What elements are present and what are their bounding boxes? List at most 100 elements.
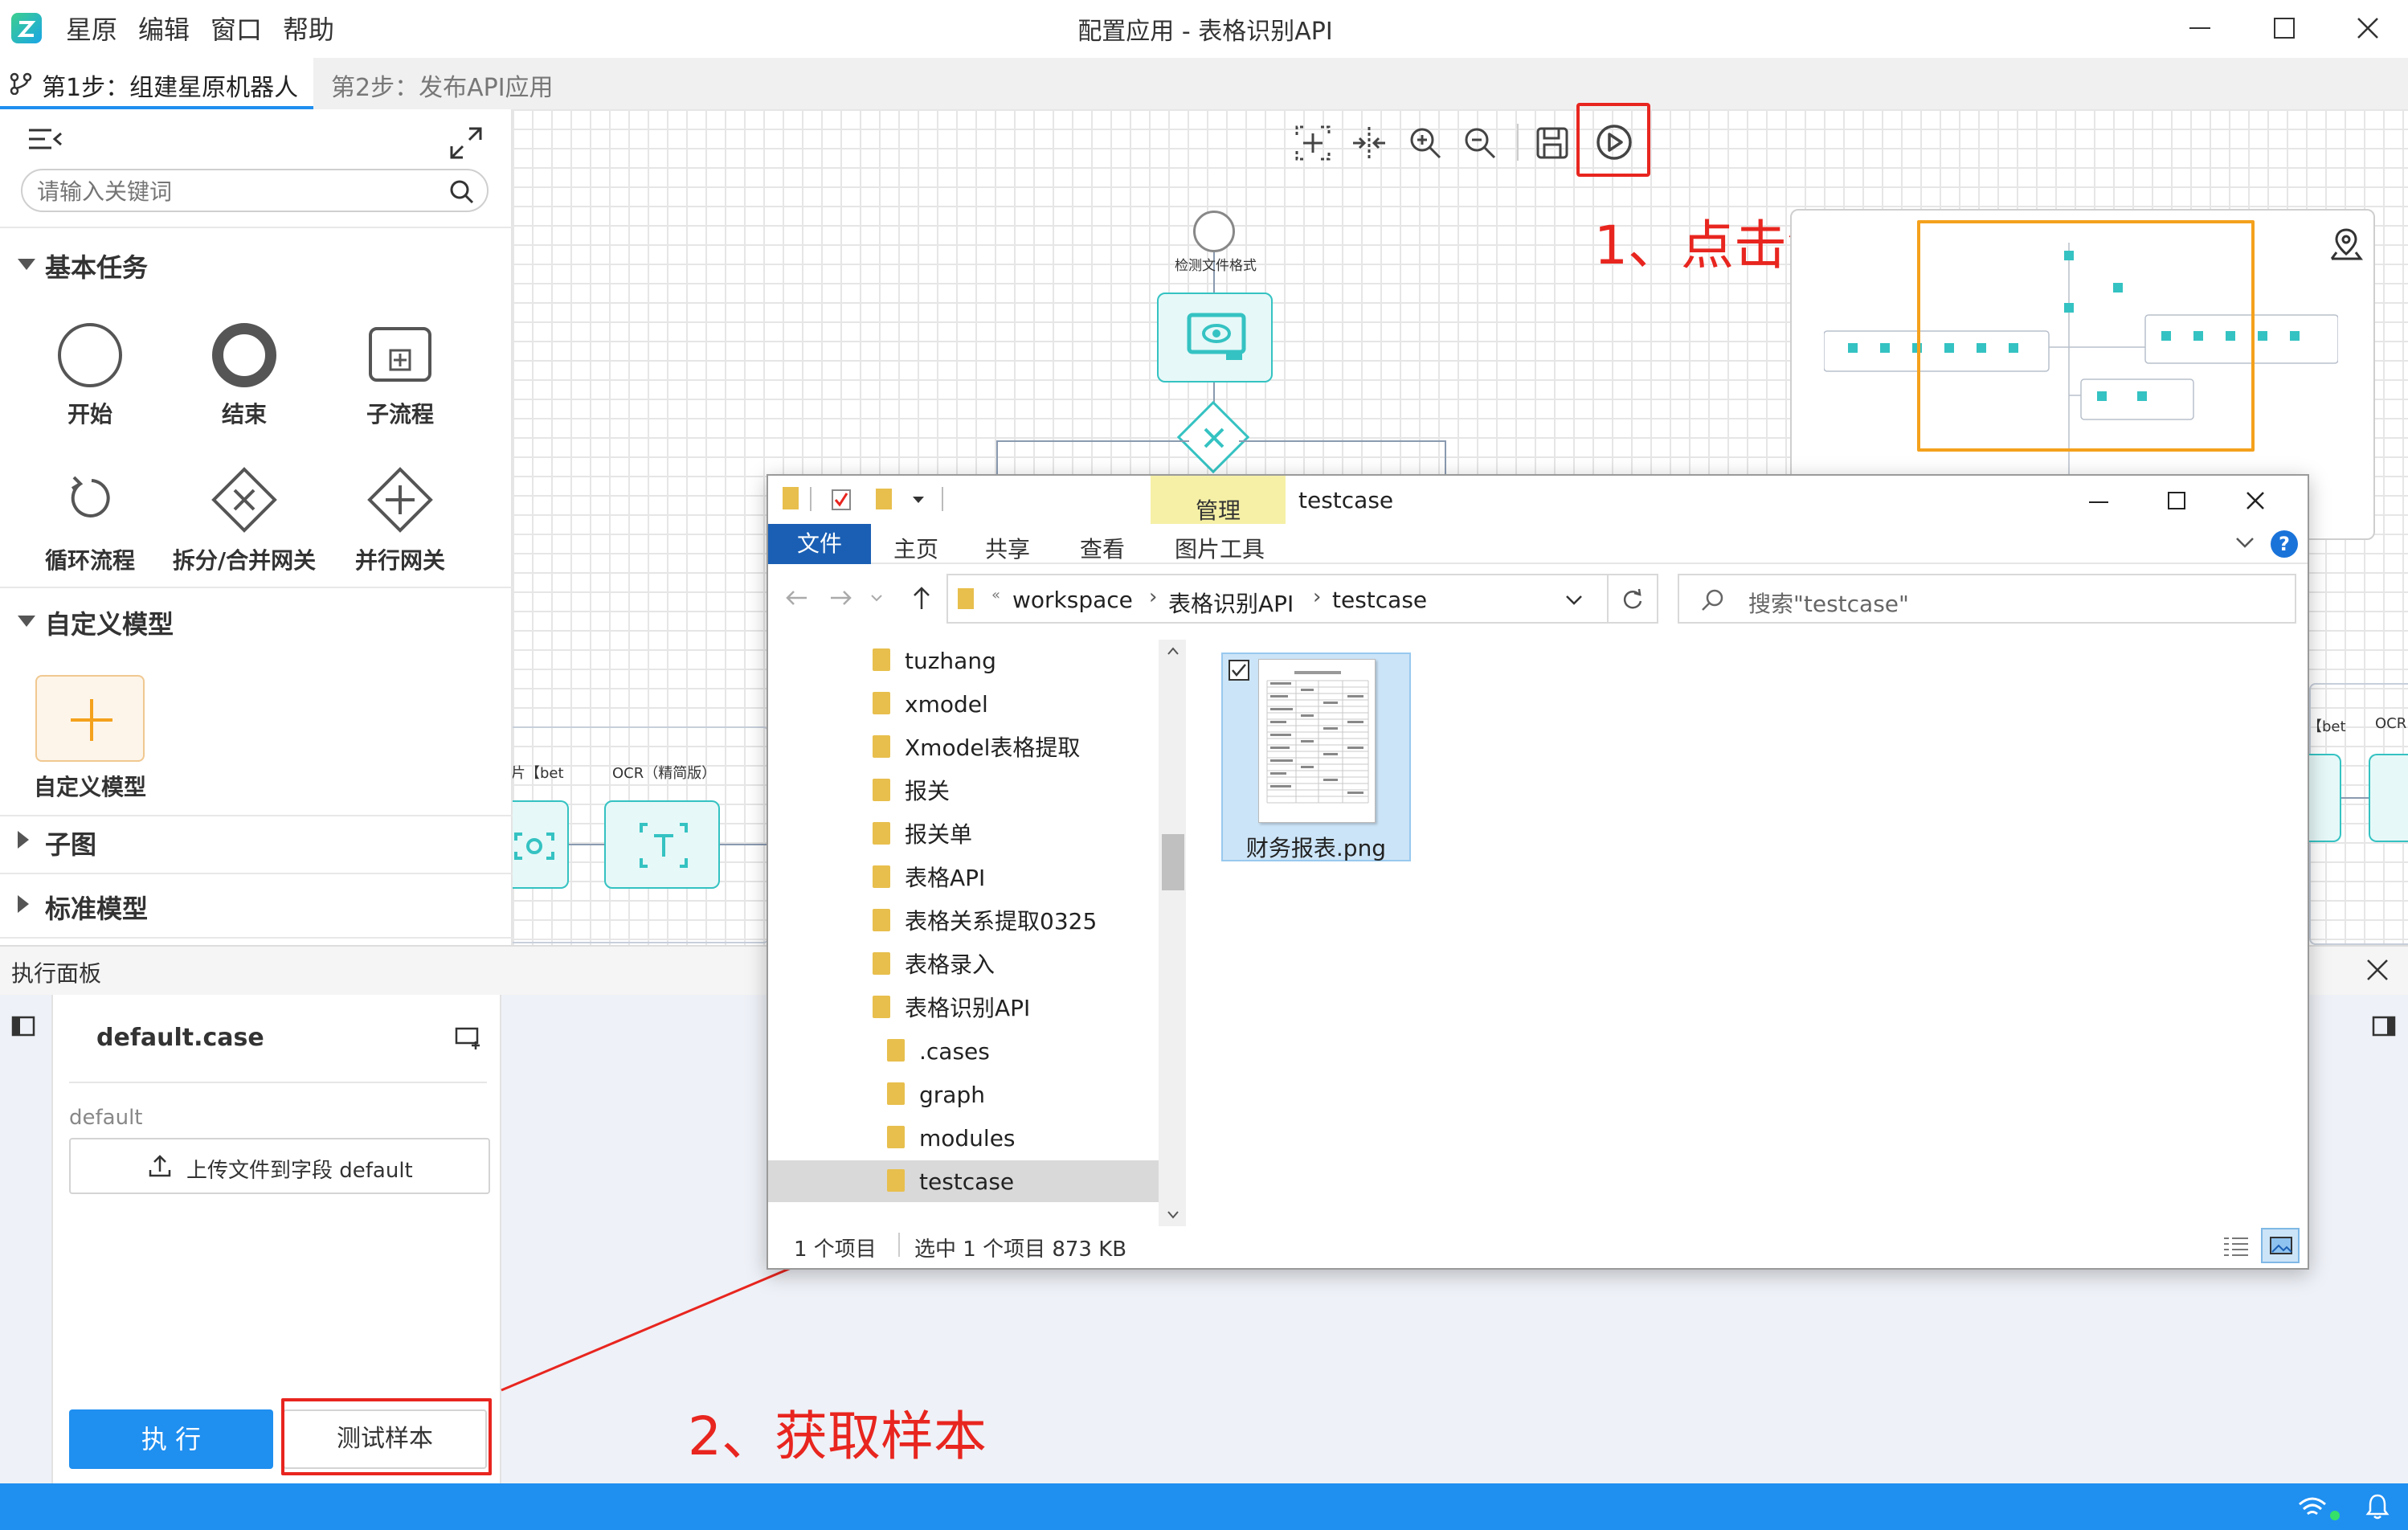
run-button[interactable]: 执 行 (69, 1409, 273, 1469)
case-name[interactable]: default.case (96, 1024, 264, 1052)
tree-item[interactable]: 表格录入 (768, 943, 1159, 987)
palette-item-end[interactable]: 结束 (164, 323, 325, 428)
minimap-viewport[interactable] (1917, 220, 2255, 452)
maximize-icon[interactable] (2274, 18, 2295, 39)
fit-selection-icon[interactable] (1294, 124, 1332, 162)
palette-item-parallel[interactable]: 并行网关 (320, 467, 480, 574)
properties-check-icon[interactable] (831, 489, 853, 511)
selection-checkbox-icon[interactable] (1228, 659, 1250, 681)
ribbon-tab-file[interactable]: 文件 (768, 524, 871, 564)
zoom-in-icon[interactable] (1406, 124, 1445, 162)
save-icon[interactable] (1533, 124, 1572, 162)
tree-item[interactable]: 表格关系提取0325 (768, 900, 1159, 943)
palette-item-loop[interactable]: 循环流程 (10, 469, 170, 574)
palette-item-subprocess[interactable]: 子流程 (320, 323, 480, 428)
palette-item-start-label: 开始 (67, 401, 112, 428)
explorer-close-icon[interactable] (2245, 490, 2266, 511)
back-arrow-icon[interactable] (784, 588, 808, 608)
menu-help[interactable]: 帮助 (283, 10, 334, 47)
subgraph-title[interactable]: 子图 (45, 824, 96, 861)
ribbon-manage-tab[interactable]: 管理 (1151, 476, 1286, 524)
quick-access-dropdown-icon[interactable] (913, 497, 924, 505)
tree-item[interactable]: 表格识别API (768, 987, 1159, 1030)
address-bar[interactable]: « workspace › 表格识别API › testcase (946, 574, 1609, 624)
task-node[interactable] (513, 800, 569, 889)
path-segment-testcase[interactable]: testcase (1332, 587, 1427, 613)
address-dropdown-icon[interactable] (1565, 595, 1583, 606)
path-segment-workspace[interactable]: workspace (1012, 587, 1133, 613)
custom-model-title[interactable]: 自定义模型 (45, 604, 174, 641)
caret-right-icon[interactable] (18, 895, 31, 913)
ribbon-tab-share[interactable]: 共享 (985, 532, 1030, 564)
tab-step2[interactable]: 第2步：发布API应用 (331, 68, 554, 103)
caret-down-icon[interactable] (18, 259, 35, 272)
start-event-node[interactable] (1193, 211, 1235, 252)
palette-item-custom-model[interactable]: 自定义模型 (10, 675, 170, 800)
explorer-maximize-icon[interactable] (2168, 492, 2185, 509)
large-icons-view-button[interactable] (2261, 1228, 2300, 1263)
ribbon-tab-view[interactable]: 查看 (1080, 532, 1125, 564)
up-arrow-icon[interactable] (911, 585, 932, 611)
standard-model-title[interactable]: 标准模型 (45, 889, 148, 926)
node-left-b-label: OCR（精简版） (612, 765, 717, 782)
expand-icon[interactable] (448, 125, 484, 161)
tree-item[interactable]: .cases (768, 1030, 1159, 1074)
recent-dropdown-icon[interactable] (871, 595, 882, 603)
close-icon[interactable] (2356, 16, 2380, 40)
bell-icon[interactable] (2365, 1493, 2390, 1520)
tree-item[interactable]: testcase (768, 1160, 1159, 1202)
ocr-node-right[interactable] (2369, 754, 2408, 842)
search-icon[interactable] (448, 178, 476, 206)
left-sidebar-toggle-icon[interactable] (11, 1016, 35, 1037)
details-view-icon[interactable] (2222, 1234, 2250, 1257)
upload-button[interactable]: 上传文件到字段 default (69, 1138, 490, 1194)
tree-item[interactable]: graph (768, 1074, 1159, 1117)
forward-arrow-icon[interactable] (829, 588, 853, 608)
tree-item[interactable]: modules (768, 1117, 1159, 1160)
caret-down-icon[interactable] (18, 616, 35, 628)
menu-xingyuan[interactable]: 星原 (66, 10, 117, 47)
refresh-button[interactable] (1609, 574, 1658, 624)
explorer-minimize-icon[interactable] (2089, 501, 2108, 503)
explorer-search-box[interactable]: 搜索"testcase" (1678, 574, 2296, 624)
menu-window[interactable]: 窗口 (211, 10, 262, 47)
right-sidebar-toggle-icon[interactable] (2372, 1016, 2396, 1037)
basic-tasks-title[interactable]: 基本任务 (45, 248, 148, 284)
divider (0, 587, 513, 588)
collapse-menu-icon[interactable] (27, 125, 63, 154)
ribbon-tab-picture-tools[interactable]: 图片工具 (1175, 532, 1265, 564)
file-item[interactable]: 财务报表.png (1221, 652, 1411, 861)
scroll-up-icon[interactable] (1167, 646, 1179, 656)
close-panel-icon[interactable] (2365, 958, 2390, 982)
tree-item[interactable]: 报关单 (768, 813, 1159, 857)
split-width-icon[interactable] (1350, 124, 1388, 162)
tree-item[interactable]: 报关 (768, 770, 1159, 813)
tree-item[interactable]: xmodel (768, 683, 1159, 726)
tree-item[interactable]: 表格API (768, 857, 1159, 900)
play-test-icon[interactable] (1592, 121, 1636, 164)
palette-search-input[interactable] (37, 177, 423, 206)
nav-scrollbar[interactable] (1159, 640, 1186, 1226)
ribbon-tab-home[interactable]: 主页 (893, 532, 938, 564)
menu-edit[interactable]: 编辑 (138, 10, 190, 47)
add-case-icon[interactable] (455, 1025, 482, 1049)
ribbon-expand-icon[interactable] (2235, 537, 2255, 550)
ocr-node[interactable] (604, 800, 720, 889)
scroll-thumb[interactable] (1162, 834, 1184, 890)
folder-icon (873, 648, 890, 671)
tab-step1[interactable]: 第1步：组建星原机器人 (0, 58, 313, 109)
tree-item[interactable]: Xmodel表格提取 (768, 726, 1159, 770)
palette-item-split-merge[interactable]: 拆分/合并网关 (164, 467, 325, 574)
zoom-out-icon[interactable] (1461, 124, 1499, 162)
task-node-right[interactable] (2309, 754, 2341, 842)
tree-item[interactable]: tuzhang (768, 640, 1159, 683)
detect-format-node[interactable] (1157, 292, 1273, 382)
caret-right-icon[interactable] (18, 831, 31, 849)
palette-search[interactable] (21, 169, 489, 212)
new-folder-icon[interactable] (876, 489, 892, 509)
minimize-icon[interactable] (2189, 27, 2210, 29)
palette-item-start[interactable]: 开始 (10, 323, 170, 428)
path-segment-table-api[interactable]: 表格识别API (1168, 587, 1294, 619)
scroll-down-icon[interactable] (1167, 1210, 1179, 1220)
help-icon[interactable]: ? (2271, 530, 2298, 558)
